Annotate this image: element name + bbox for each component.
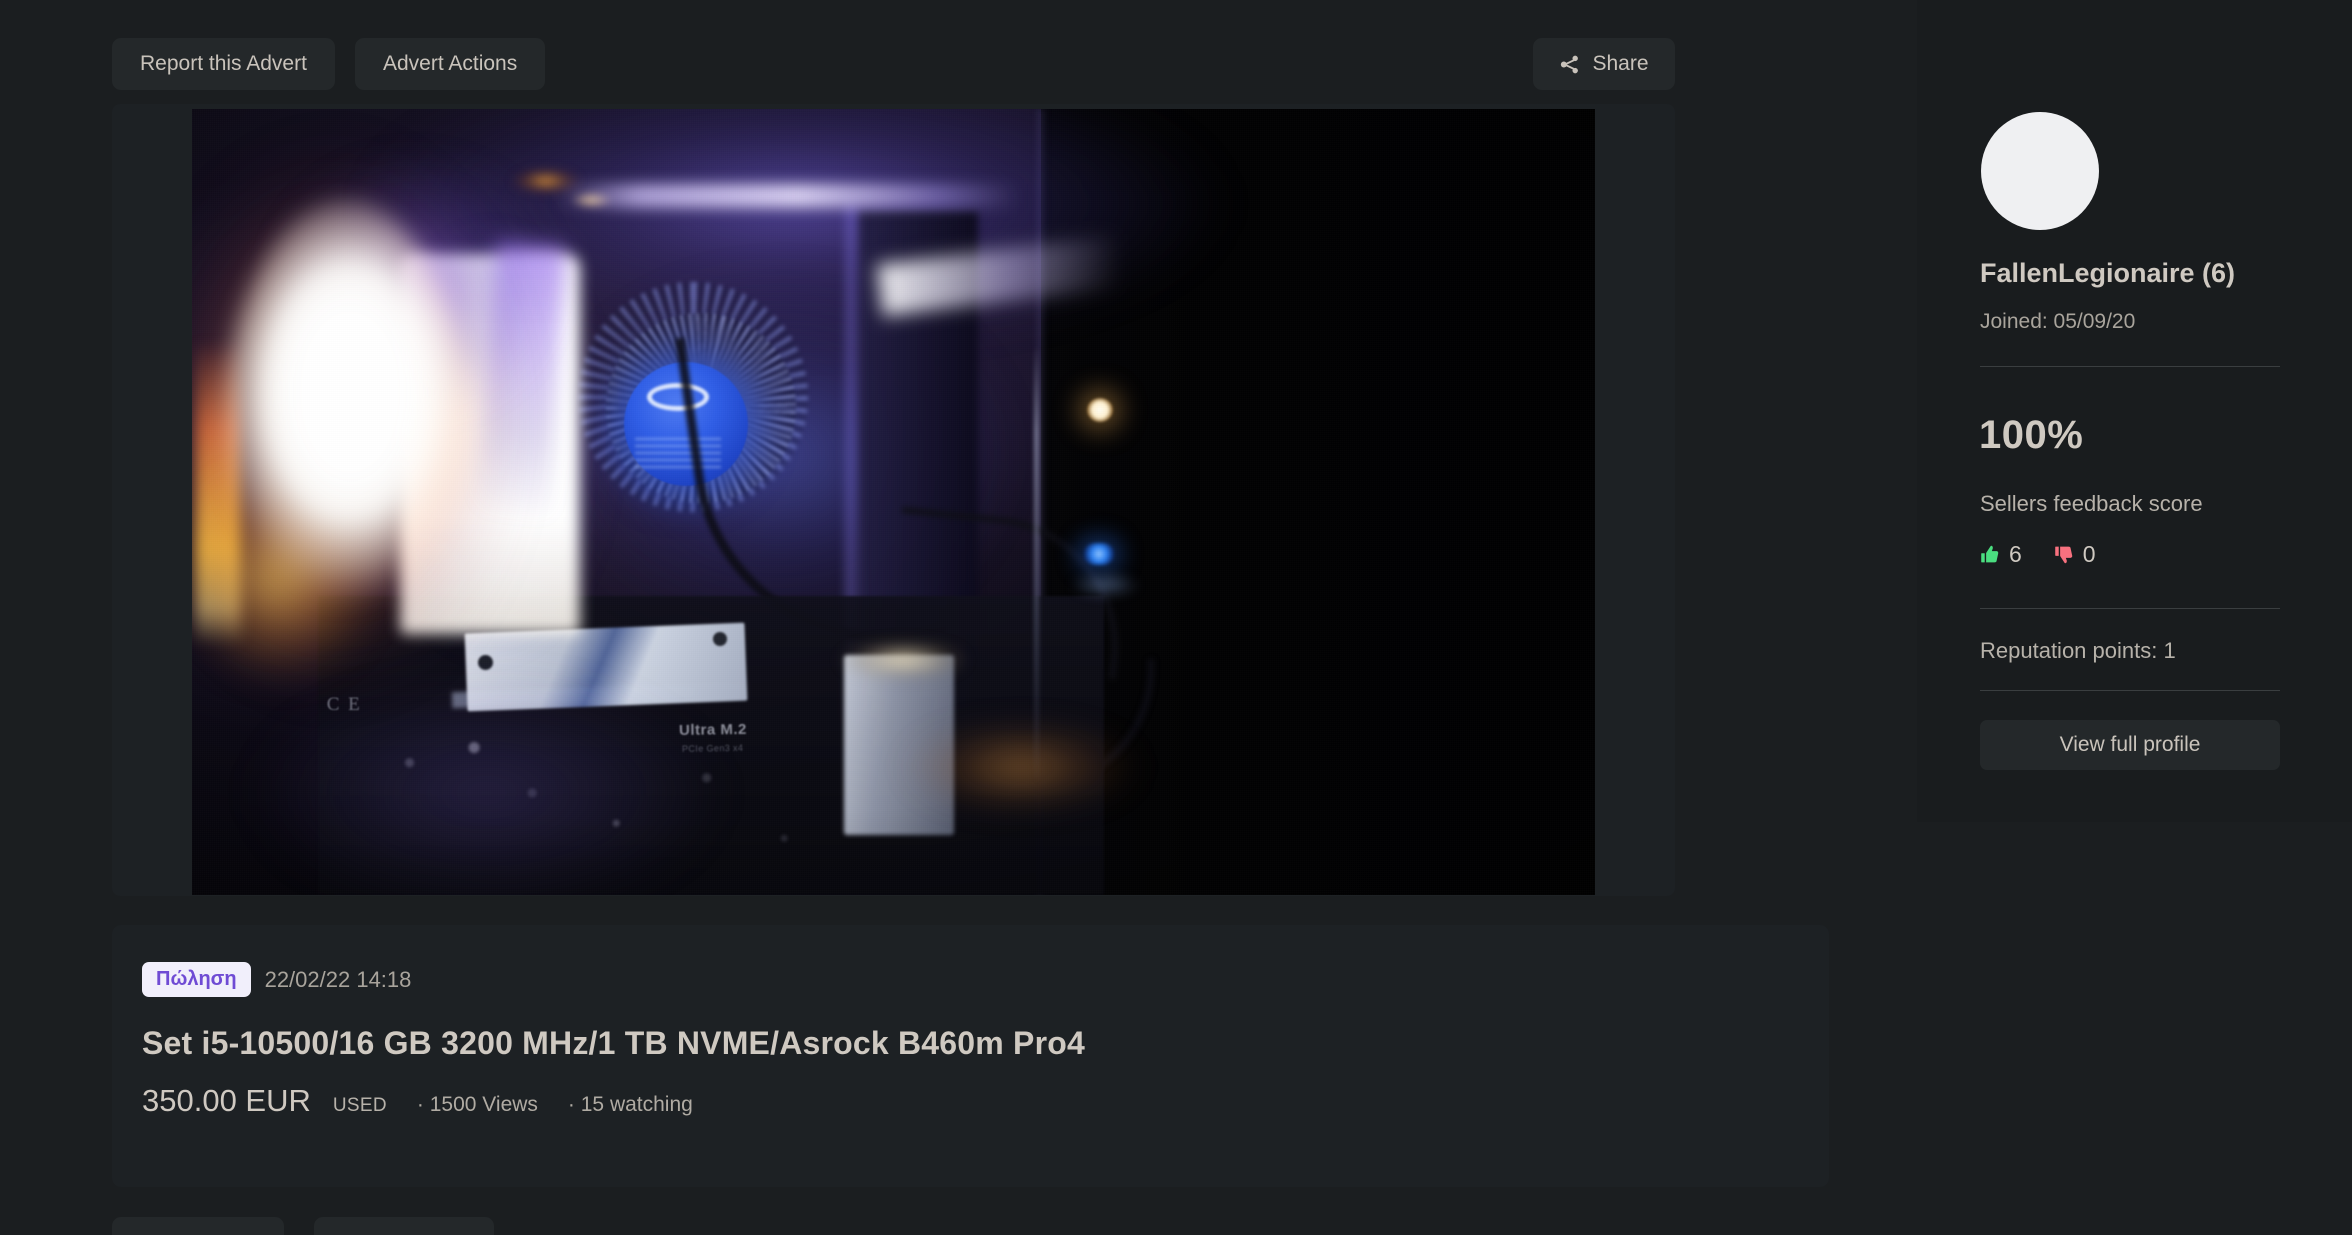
sidebar-divider-1 <box>1980 366 2280 367</box>
share-nodes-icon <box>1559 54 1580 75</box>
seller-info-sidebar: FallenLegionaire (6) Joined: 05/09/20 10… <box>1917 0 2352 822</box>
negative-feedback-count: 0 <box>2082 541 2096 567</box>
advert-view-count: · 1500 Views <box>416 1093 538 1116</box>
advert-detail-page: Report this Advert Advert Actions Share <box>0 0 2352 1235</box>
advert-title: Set i5-10500/16 GB 3200 MHz/1 TB NVME/As… <box>142 1025 1085 1061</box>
seller-reputation-points: Reputation points: 1 <box>1980 638 2176 663</box>
photo-grain <box>192 109 1595 895</box>
advert-timestamp: 22/02/22 14:18 <box>264 966 412 992</box>
seller-feedback-percent: 100% <box>1979 413 2084 457</box>
advert-main-photo[interactable]: Ultra M.2 PCIe Gen3 x4 C E <box>192 109 1595 895</box>
view-full-profile-button[interactable]: View full profile <box>1980 720 2280 770</box>
advert-photo-card: Ultra M.2 PCIe Gen3 x4 C E <box>112 104 1675 896</box>
advert-price-row: 350.00 EUR USED · 1500 Views · 15 watchi… <box>142 1083 693 1119</box>
advert-action-bar: Report this Advert Advert Actions Share <box>112 38 1675 90</box>
seller-vote-row: 6 0 <box>1980 543 2096 566</box>
share-button-label: Share <box>1592 52 1649 75</box>
advert-actions-button[interactable]: Advert Actions <box>355 38 546 90</box>
advert-watch-count: · 15 watching <box>567 1093 693 1116</box>
share-button[interactable]: Share <box>1533 38 1675 90</box>
thumbs-down-icon <box>2054 544 2075 565</box>
seller-join-date: Joined: 05/09/20 <box>1980 310 2136 333</box>
avatar-placeholder-icon[interactable] <box>1981 112 2099 230</box>
negative-feedback-group: 0 <box>2054 543 2096 566</box>
bottom-action-button-2[interactable] <box>314 1217 494 1235</box>
positive-feedback-group: 6 <box>1980 543 2022 566</box>
advert-meta-row: Πώληση 22/02/22 14:18 <box>142 962 411 997</box>
advert-type-badge: Πώληση <box>142 962 251 997</box>
positive-feedback-count: 6 <box>2009 541 2022 567</box>
seller-feedback-label: Sellers feedback score <box>1980 491 2203 516</box>
advert-details-card: Πώληση 22/02/22 14:18 Set i5-10500/16 GB… <box>112 925 1829 1187</box>
report-advert-button[interactable]: Report this Advert <box>112 38 335 90</box>
sidebar-divider-3 <box>1980 690 2280 691</box>
seller-name[interactable]: FallenLegionaire (6) <box>1980 258 2235 289</box>
advert-price: 350.00 EUR <box>142 1083 311 1118</box>
sidebar-divider-2 <box>1980 608 2280 609</box>
advert-condition: USED <box>332 1095 387 1116</box>
main-content-column: Report this Advert Advert Actions Share <box>0 0 1917 1235</box>
thumbs-up-icon <box>1980 544 2001 565</box>
bottom-action-button-1[interactable] <box>112 1217 284 1235</box>
